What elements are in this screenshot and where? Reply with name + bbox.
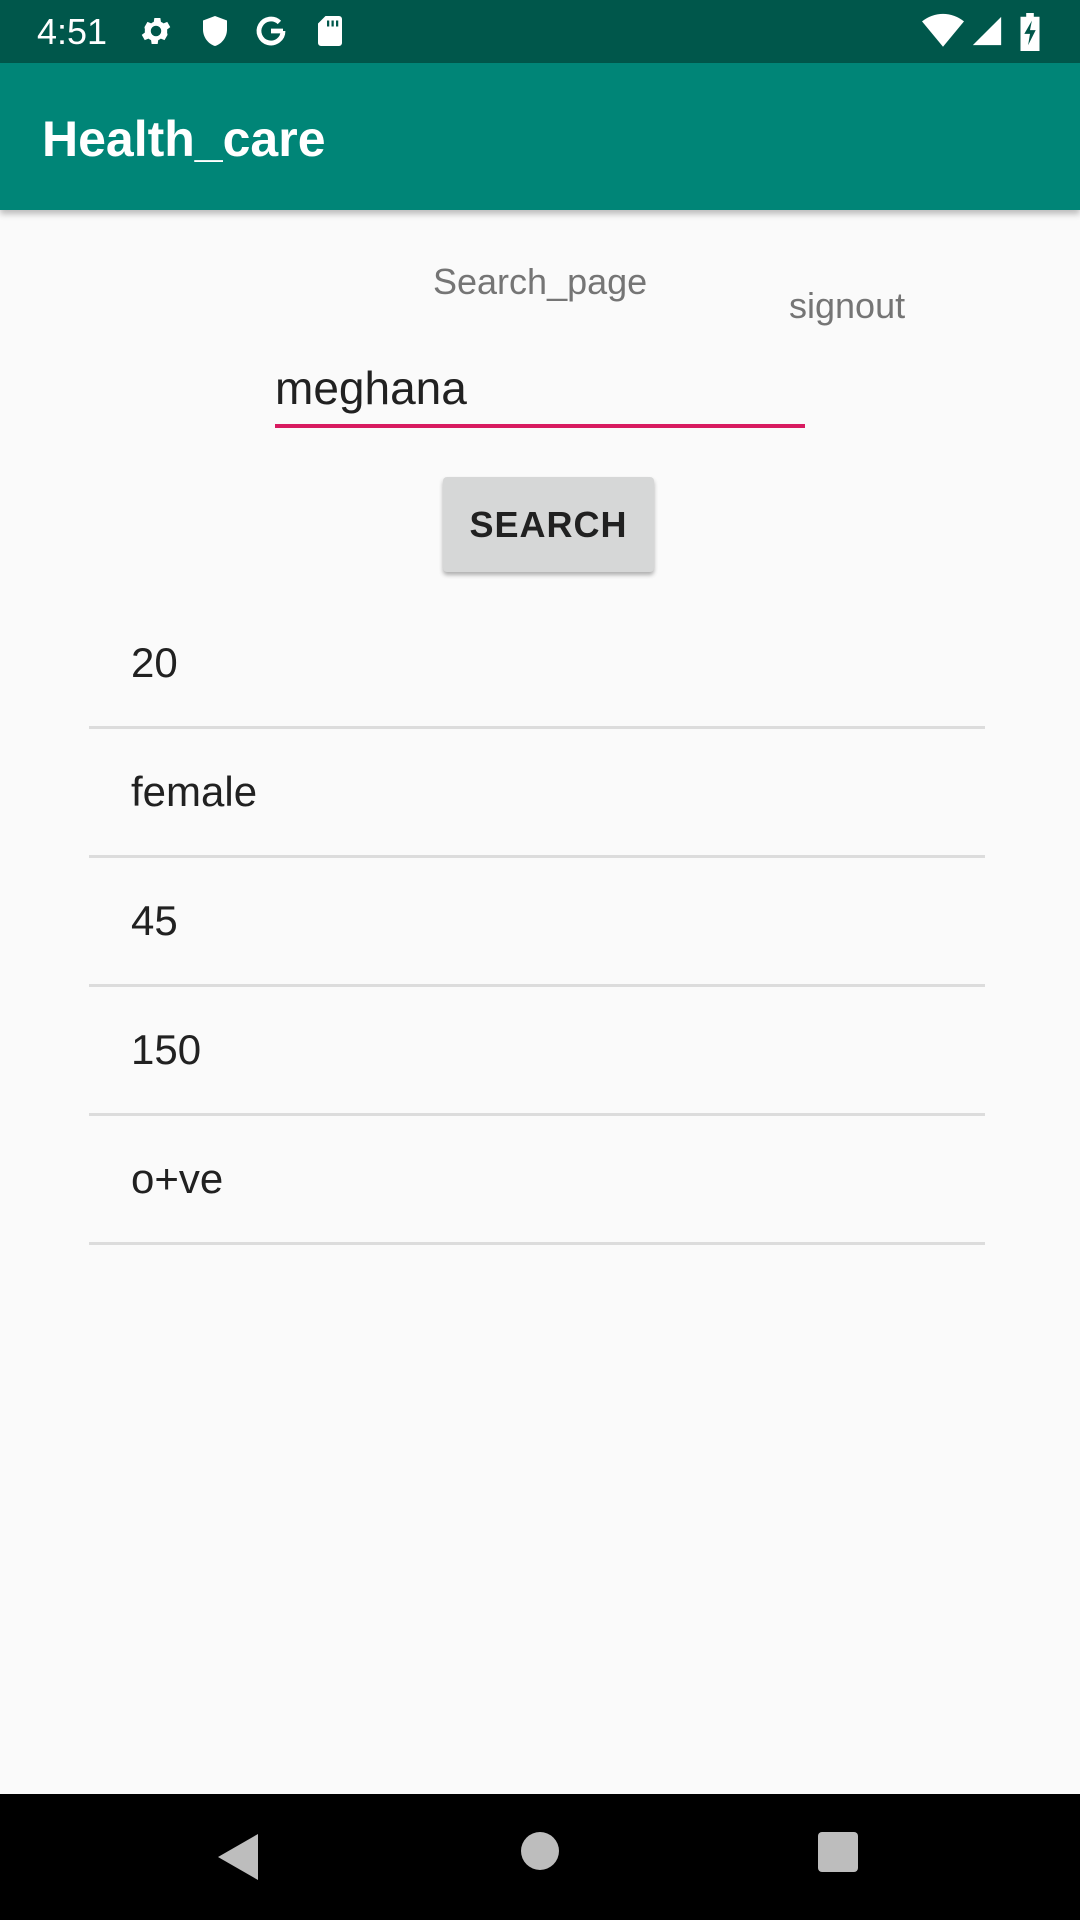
search-button[interactable]: SEARCH (443, 477, 654, 572)
result-list: 20 female 45 150 o+ve (89, 600, 985, 1245)
home-icon[interactable] (521, 1832, 559, 1870)
google-g-icon (253, 13, 289, 49)
app-title: Health_care (42, 111, 326, 167)
cell-signal-icon (970, 13, 1006, 49)
back-icon[interactable] (218, 1834, 258, 1885)
list-item[interactable]: o+ve (89, 1116, 985, 1245)
status-bar: 4:51 (0, 0, 1080, 63)
wifi-icon (922, 13, 964, 49)
signout-link[interactable]: signout (789, 284, 905, 328)
app-bar: Health_care (0, 63, 1080, 210)
list-item[interactable]: female (89, 729, 985, 858)
recent-apps-icon[interactable] (818, 1832, 858, 1872)
navigation-bar (0, 1794, 1080, 1920)
page-label: Search_page (433, 261, 648, 302)
battery-charging-icon (1018, 13, 1042, 51)
list-item[interactable]: 150 (89, 987, 985, 1116)
shield-icon (197, 13, 233, 49)
gear-icon (138, 13, 174, 49)
list-item[interactable]: 45 (89, 858, 985, 987)
sd-card-icon (312, 13, 348, 49)
status-time: 4:51 (37, 11, 108, 52)
list-item[interactable]: 20 (89, 600, 985, 729)
search-input[interactable] (275, 358, 805, 428)
